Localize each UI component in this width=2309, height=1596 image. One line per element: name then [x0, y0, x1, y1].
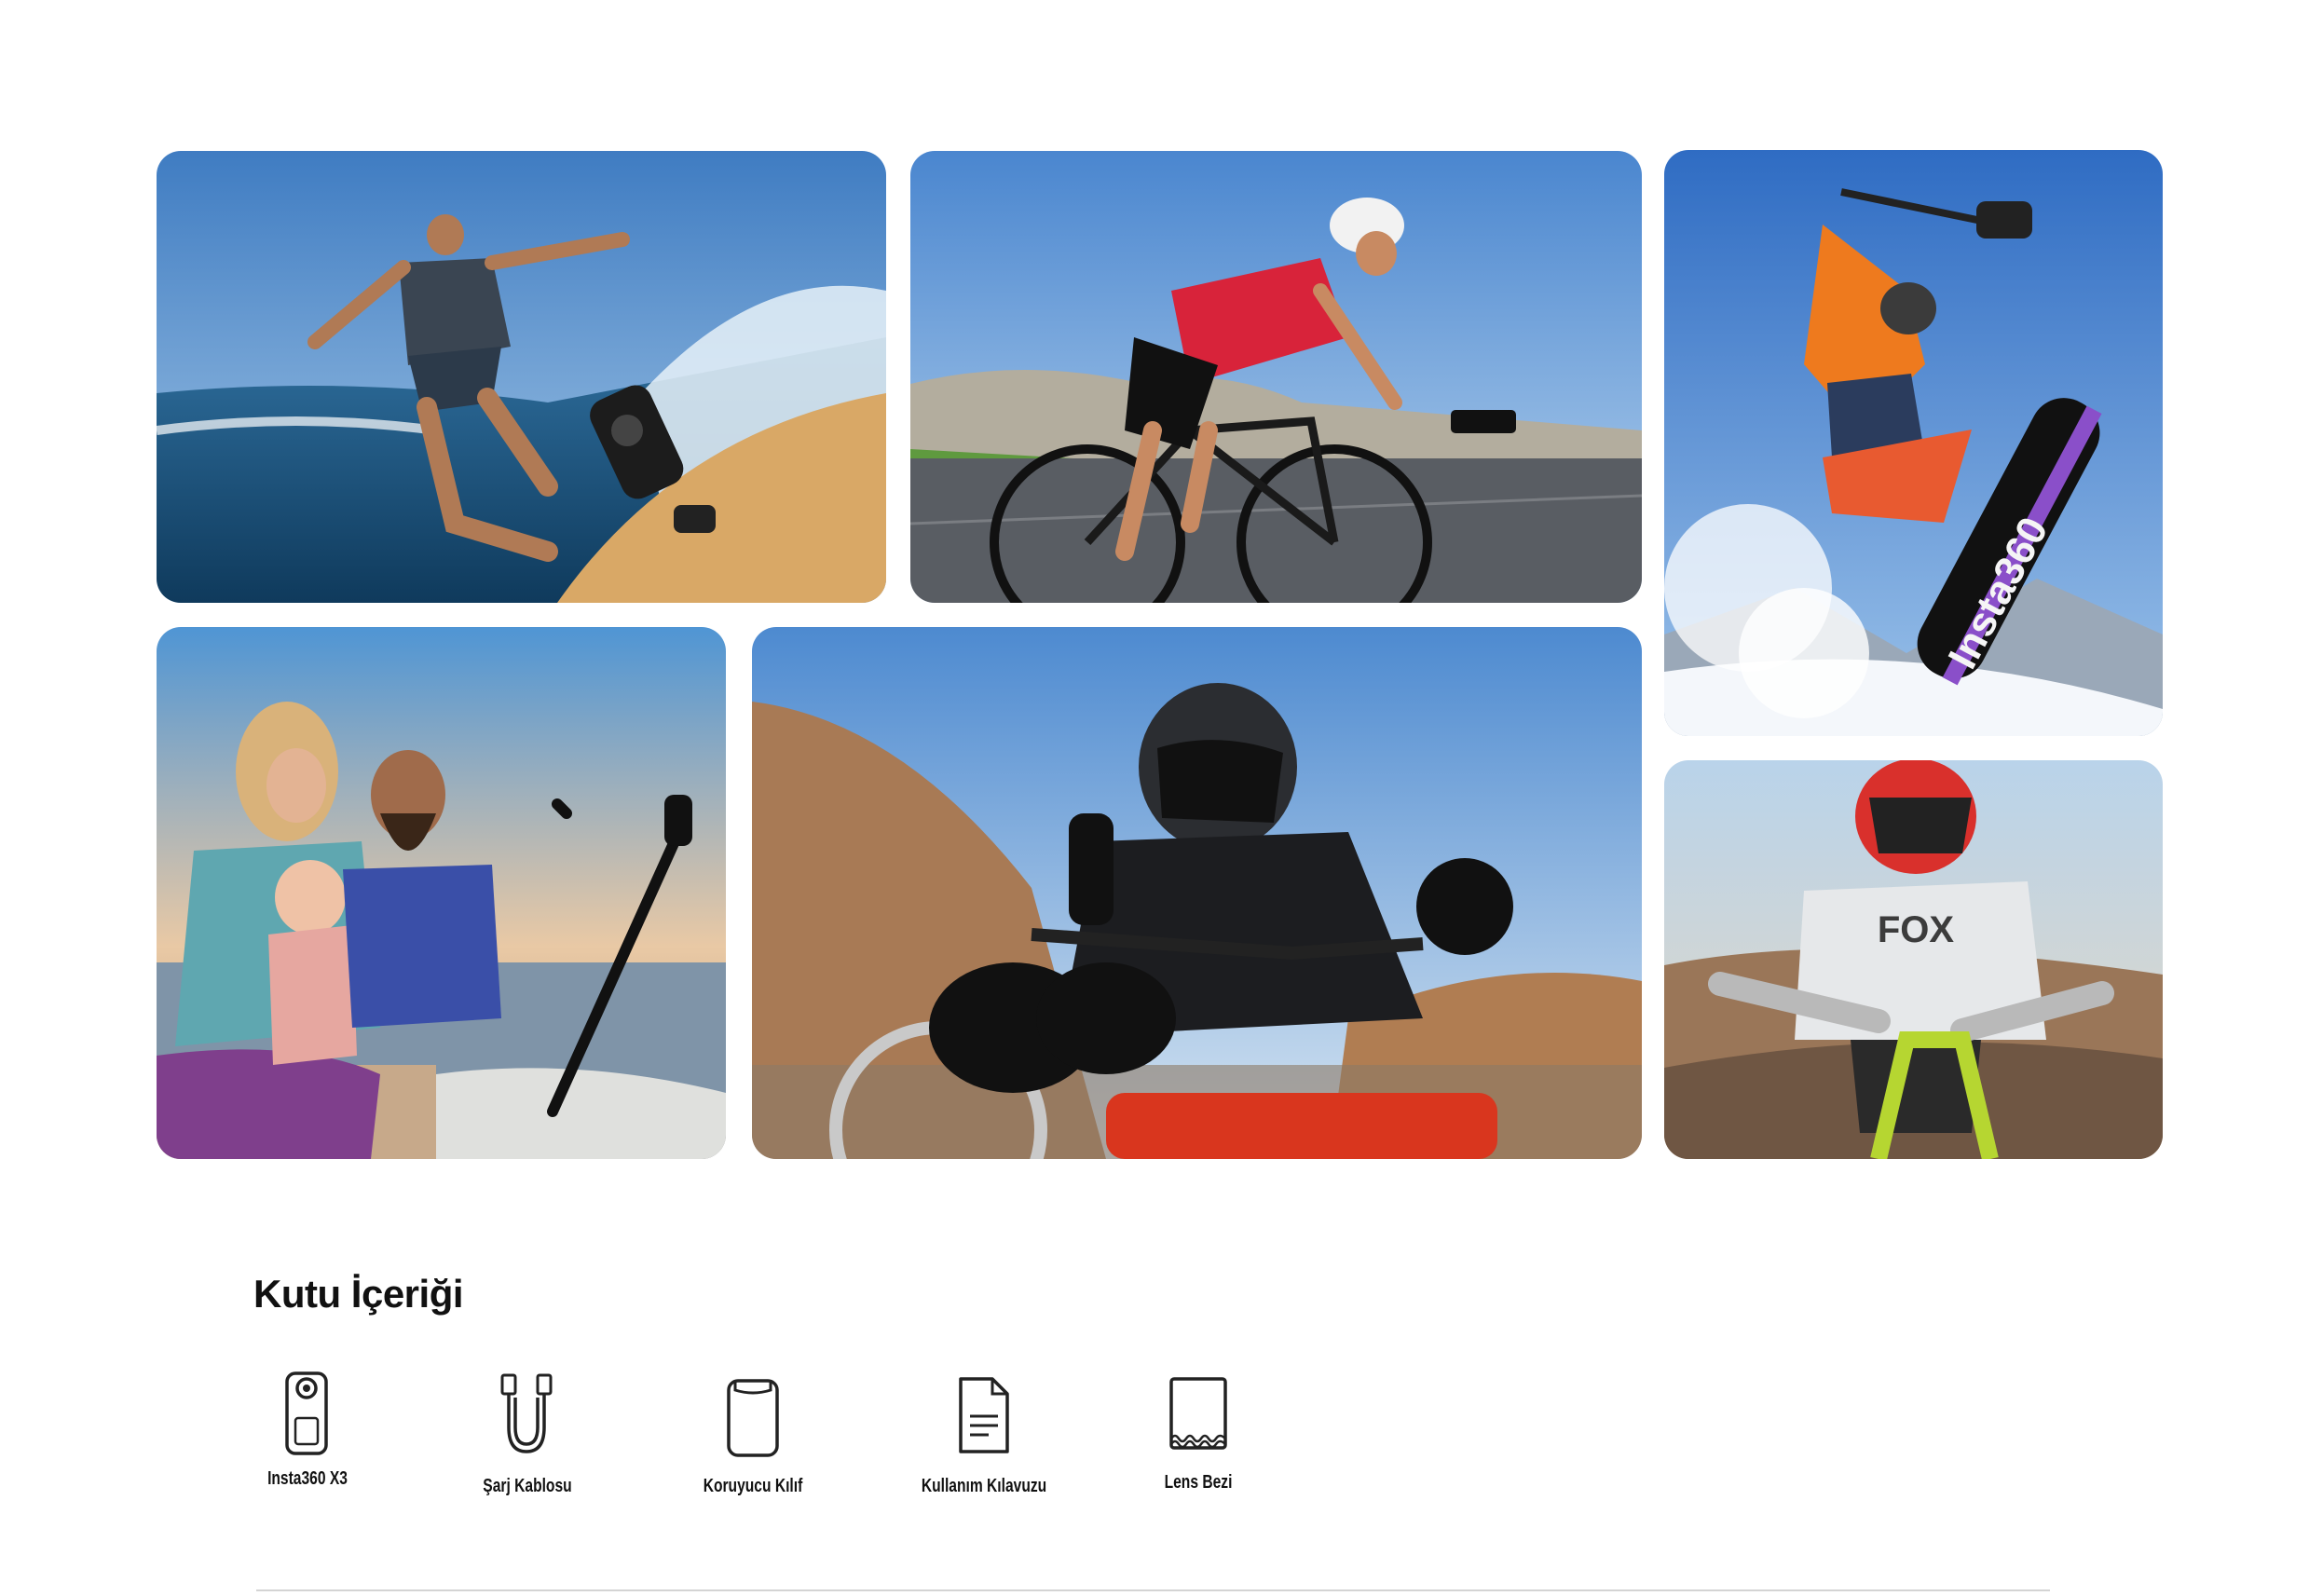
- cable-icon: [500, 1373, 553, 1453]
- jersey-brand-text: FOX: [1878, 909, 1955, 950]
- box-item-camera: Insta360 X3: [214, 1370, 401, 1519]
- box-item-label-lens-cloth: Lens Bezi: [1164, 1472, 1233, 1493]
- box-item-label-pouch: Koruyucu Kılıf: [703, 1476, 803, 1496]
- box-item-cable: Şarj Kablosu: [434, 1370, 621, 1519]
- lens-cloth-icon: [1169, 1377, 1227, 1450]
- box-item-manual: Kullanım Kılavuzu: [891, 1370, 1077, 1519]
- box-item-lens-cloth: Lens Bezi: [1105, 1370, 1291, 1519]
- camera-icon: [285, 1371, 328, 1455]
- box-item-pouch: Koruyucu Kılıf: [660, 1370, 846, 1519]
- photo-road-cycling: [910, 151, 1642, 603]
- bottom-divider: [256, 1589, 2050, 1591]
- pouch-icon: [727, 1379, 779, 1457]
- box-item-label-camera: Insta360 X3: [267, 1468, 348, 1489]
- photo-motorcycle: [752, 627, 1642, 1159]
- photo-mountain-biking: FOX: [1664, 760, 2163, 1159]
- box-contents-title: Kutu İçeriği: [253, 1272, 464, 1316]
- photo-family-beach: [157, 627, 726, 1159]
- box-item-label-cable: Şarj Kablosu: [483, 1476, 572, 1496]
- photo-snowboarding: Insta360: [1664, 150, 2163, 736]
- photo-surfing: [157, 151, 886, 603]
- manual-icon: [959, 1377, 1009, 1453]
- box-item-label-manual: Kullanım Kılavuzu: [921, 1476, 1047, 1496]
